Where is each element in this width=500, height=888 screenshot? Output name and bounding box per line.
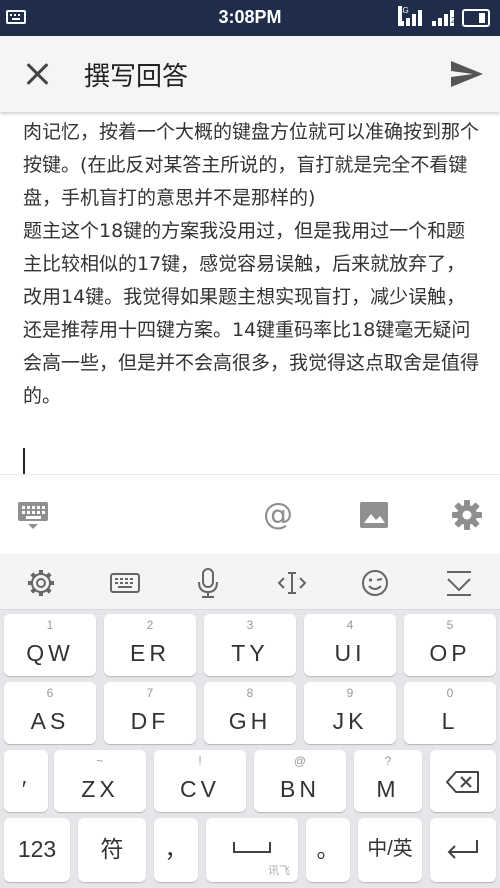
keyboard-hide-icon[interactable] [442,566,476,600]
keyboard-settings-icon[interactable] [24,566,58,600]
key-jk[interactable]: 9 JK [304,682,396,744]
key-op[interactable]: 5 OP [404,614,496,676]
key-ty[interactable]: 3 TY [204,614,296,676]
status-bar: 3:08PM 4G 2 [0,0,500,36]
answer-editor[interactable]: 肉记忆，按着一个大概的键盘方位就可以准确按到那个按键。(在此反对某答主所说的，盲… [0,112,500,474]
soft-keyboard: 1 QW 2 ER 3 TY 4 UI 5 OP 6 AS 7 DF 8 GH 9 JK 0L ′… [0,554,500,888]
keyboard-toolbar [0,554,500,610]
settings-icon[interactable] [449,499,485,531]
ime-brand-label: 讯飞 [268,864,290,877]
key-m[interactable]: ? M [354,750,422,812]
key-qw[interactable]: 1 QW [4,614,96,676]
cursor-move-icon[interactable] [275,566,309,600]
key-gh[interactable]: 8 GH [204,682,296,744]
app-bar: 撰写回答 [0,36,500,112]
signal-4g-icon: 4G [398,6,422,26]
key-language-switch[interactable]: 中/英 [358,818,422,882]
key-period[interactable]: 。 [306,818,350,882]
microphone-icon[interactable] [191,566,225,600]
key-numbers[interactable]: 123 [4,818,70,882]
key-space[interactable]: 讯飞 [206,818,298,882]
space-icon [233,842,271,853]
send-icon[interactable] [450,60,484,88]
emoji-icon[interactable] [358,566,392,600]
key-ui[interactable]: 4 UI [304,614,396,676]
keyboard-layout-icon[interactable] [108,566,142,600]
backspace-icon [446,771,479,793]
signal-sim2-tag: 2 [451,16,456,25]
key-er[interactable]: 2 ER [104,614,196,676]
key-symbols[interactable]: 符 [78,818,146,882]
key-backspace[interactable] [430,750,496,812]
key-cv[interactable]: ! CV [154,750,246,812]
key-bn[interactable]: @ BN [254,750,346,812]
battery-icon [462,9,490,27]
editor-toolbar: @ [0,474,500,554]
close-icon[interactable] [22,58,54,90]
text-cursor [23,448,25,474]
hide-keyboard-icon[interactable] [16,499,52,531]
answer-text[interactable]: 肉记忆，按着一个大概的键盘方位就可以准确按到那个按键。(在此反对某答主所说的，盲… [23,116,483,413]
mention-icon[interactable]: @ [260,499,296,531]
image-icon[interactable] [356,499,392,531]
status-time: 3:08PM [218,7,282,27]
signal-sim2-icon: 2 [432,10,456,26]
key-enter[interactable] [430,818,496,882]
key-apostrophe[interactable]: ′ [4,750,48,812]
enter-icon [447,840,478,859]
key-comma[interactable]: ， [154,818,198,882]
key-zx[interactable]: ~ ZX [54,750,146,812]
key-as[interactable]: 6 AS [4,682,96,744]
key-df[interactable]: 7 DF [104,682,196,744]
key-l[interactable]: 0L [404,682,496,744]
page-title: 撰写回答 [84,62,189,92]
